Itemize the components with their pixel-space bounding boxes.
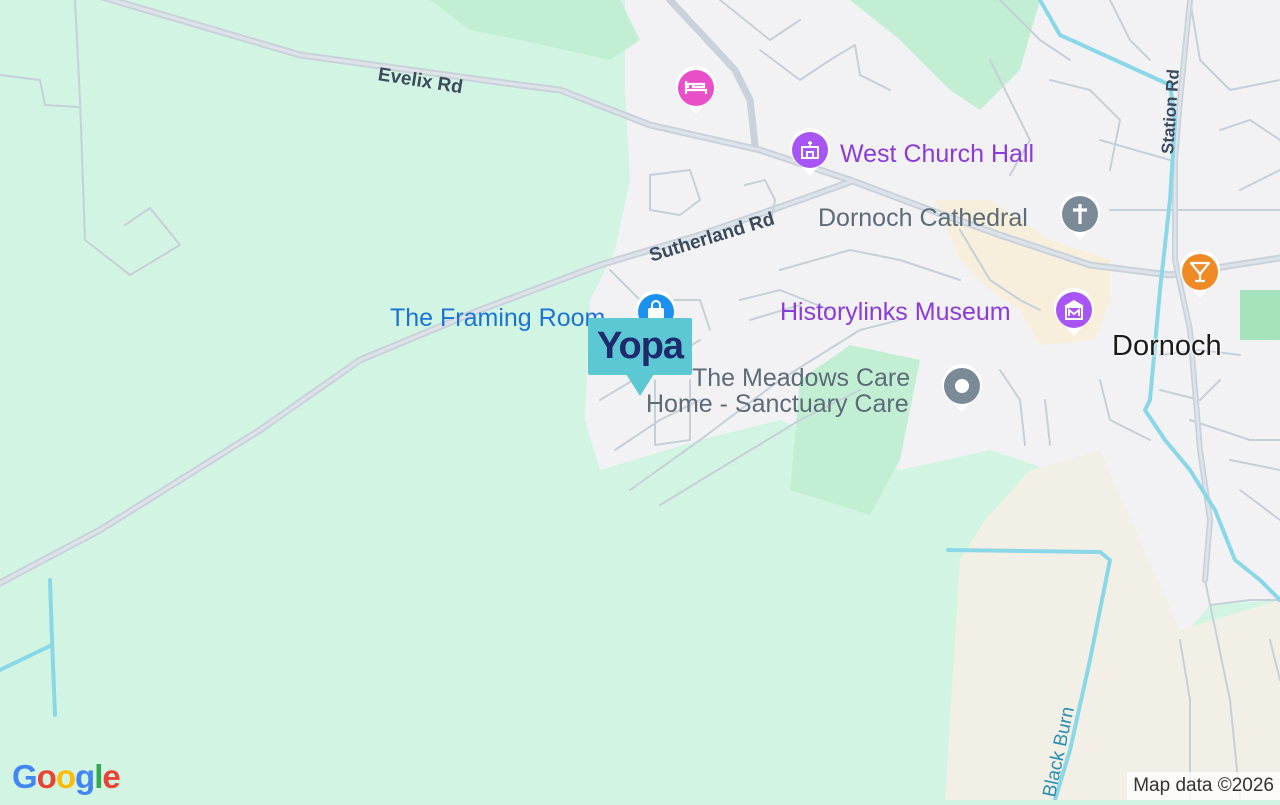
- historylinks-museum-label[interactable]: Historylinks Museum: [780, 298, 1011, 327]
- west-church-hall-poi-marker[interactable]: [788, 128, 832, 178]
- map-base: [0, 0, 1280, 802]
- map-canvas[interactable]: Evelix Rd Sutherland Rd Station Rd Black…: [0, 0, 1280, 802]
- bed-icon: [676, 66, 716, 114]
- yopa-logo-text: Yopa: [596, 325, 684, 367]
- museum-icon: [1054, 288, 1094, 336]
- yopa-marker-pointer: [626, 374, 654, 396]
- cross-icon: [1060, 192, 1100, 240]
- framing-room-label[interactable]: The Framing Room: [390, 304, 605, 333]
- meadows-care-home-poi-marker[interactable]: [940, 364, 984, 414]
- cocktail-icon: [1180, 250, 1220, 298]
- meadows-care-home-label-line1[interactable]: The Meadows Care: [692, 364, 910, 393]
- yopa-property-marker[interactable]: Yopa: [588, 318, 692, 398]
- dornoch-cathedral-label[interactable]: Dornoch Cathedral: [818, 204, 1028, 233]
- google-logo: Google: [12, 758, 121, 795]
- place-dot-icon: [942, 364, 982, 412]
- place-label-dornoch[interactable]: Dornoch: [1112, 330, 1222, 363]
- map-attribution[interactable]: Map data ©2026: [1127, 772, 1280, 800]
- hall-icon: [790, 128, 830, 176]
- historylinks-museum-poi-marker[interactable]: [1052, 288, 1096, 338]
- bar-poi-marker[interactable]: [1178, 250, 1222, 300]
- yopa-logo: Yopa: [588, 318, 692, 375]
- west-church-hall-label[interactable]: West Church Hall: [840, 140, 1034, 169]
- dornoch-cathedral-poi-marker[interactable]: [1058, 192, 1102, 242]
- hotel-poi-marker[interactable]: [674, 66, 718, 116]
